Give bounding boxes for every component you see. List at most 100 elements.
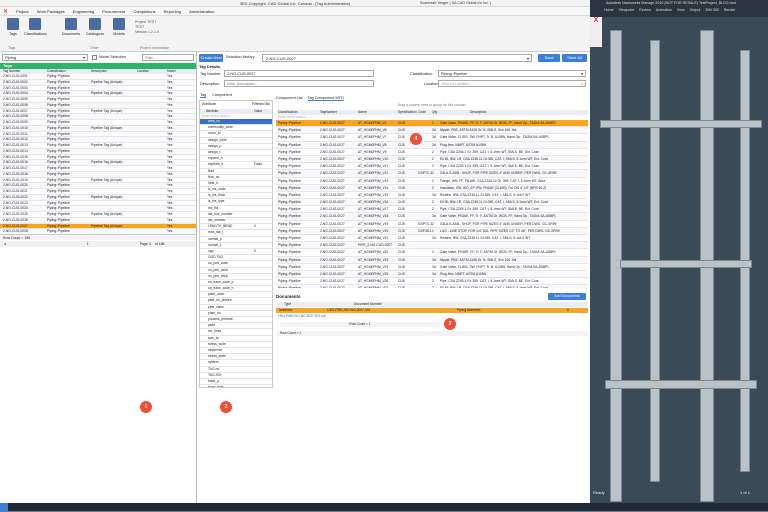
- viewport-tab[interactable]: Review: [639, 8, 651, 12]
- mto-cell: AT_HGM0PHM_V25: [358, 271, 389, 276]
- attribute-name: oo_pmt_axial: [208, 267, 228, 272]
- mto-cell: Piping::Pipeline: [278, 243, 301, 248]
- mto-row[interactable]: Piping::Pipeline2-NG-CUG-0027AT_HGM0PHM_…: [276, 235, 588, 243]
- viewport-tab[interactable]: View: [677, 8, 685, 12]
- viewport-tab[interactable]: Viewpoint: [619, 8, 635, 12]
- table-cell: Piping::Pipeline: [47, 217, 70, 222]
- tags-button[interactable]: Tags: [2, 18, 24, 42]
- mto-row[interactable]: Piping::Pipeline2-NG-CUG-0027AT_HGM0PHM_…: [276, 278, 588, 286]
- menu-project[interactable]: Project: [16, 7, 28, 16]
- mto-row[interactable]: Piping::Pipeline2-NG-CUG-0027AT_HGM0PHM_…: [276, 199, 588, 207]
- model-selection-checkbox[interactable]: [92, 55, 97, 60]
- tag-number-input[interactable]: 2-NG-CUG-0027: [224, 70, 374, 77]
- badge-2: 2: [220, 401, 232, 413]
- viewport-tab[interactable]: Output: [690, 8, 701, 12]
- mto-cell: Piping::Pipeline: [278, 178, 301, 183]
- attribute-row[interactable]: trace_type: [200, 385, 272, 387]
- classification-select[interactable]: Piping::Pipeline ▾: [438, 70, 586, 77]
- mto-row[interactable]: Piping::Pipeline2-NG-CUG-0027AT_HGM0PHM_…: [276, 264, 588, 271]
- mto-row[interactable]: Piping::Pipeline2-NG-CUG-0027AT_HGM0PHM_…: [276, 227, 588, 235]
- attribute-name: TAG-ISO: [208, 372, 222, 377]
- viewport-menu: Autodesk Navisworks Manage 2019 (NOT FOR…: [590, 0, 768, 17]
- create-new-button[interactable]: Create New: [199, 54, 223, 62]
- mto-cell: CUS: [398, 200, 405, 205]
- menu-administration[interactable]: Administration: [189, 7, 214, 16]
- mto-row[interactable]: Piping::Pipeline 2-NG-CUG-0027 PIPE_2-NG-C…: [276, 242, 588, 250]
- mto-row[interactable]: Piping::Pipeline2-NG-CUG-0027AT_HGM0PHM_…: [276, 178, 588, 185]
- mto-cell: 2-NG-CUG-0027: [320, 279, 345, 284]
- model-viewport[interactable]: X 1 of 1 Ready: [590, 0, 768, 511]
- mto-row[interactable]: Piping::Pipeline2-NG-CUG-0027AT_HGM0PHM_…: [276, 270, 588, 279]
- document-row[interactable]: Isometric 1301-PMD-ISO-NG-0027-001 Piping …: [276, 308, 588, 313]
- mto-row[interactable]: Piping::Pipeline2-NG-CUG-0027AT_HGM0PHM_…: [276, 256, 588, 264]
- description-input[interactable]: [224, 80, 374, 87]
- save-all-button[interactable]: Save All: [562, 54, 587, 62]
- classifications-button[interactable]: Classifications: [24, 18, 47, 42]
- mto-row[interactable]: Piping::Pipeline2-NG-CUG-0027AT_HGM0PHM_…: [276, 184, 588, 192]
- table-cell: Piping::Pipeline: [47, 102, 70, 107]
- mto-row[interactable]: Piping::Pipeline2-NG-CUG-0027AT_HGM0PHM_…: [276, 285, 588, 288]
- mto-row[interactable]: Piping::Pipeline2-NG-CUG-0027AT_HGM0PHM_…: [276, 206, 588, 214]
- table-cell: 2-NG-CUG-0025: [3, 212, 28, 216]
- badge-4: 4: [410, 133, 422, 145]
- menu-work-packages[interactable]: Work Packages: [37, 7, 65, 16]
- mto-row[interactable]: Piping::Pipeline2-NG-CUG-0027AT_HGM0PHM_…: [276, 249, 588, 257]
- mto-cell: CUS: [398, 271, 405, 276]
- viewport-tab[interactable]: Home: [604, 8, 614, 12]
- mto-cell: 2-NG-CUG-0027: [320, 207, 345, 212]
- location-select[interactable]: Select A Location... ▾: [438, 80, 586, 87]
- pager-current[interactable]: 1: [87, 242, 89, 246]
- mto-row[interactable]: Piping::Pipeline2-NG-CUG-0027AT_HGM0PHM_…: [276, 141, 588, 149]
- mto-tabs: Component List Tag Component MTO: [276, 96, 344, 101]
- tab-tag[interactable]: Tag: [200, 93, 207, 98]
- tab-tag-component-mto[interactable]: Tag Component MTO: [307, 96, 344, 101]
- mto-row[interactable]: Piping::Pipeline2-NG-CUG-0027AT_HGM0PHM_…: [276, 213, 588, 221]
- mto-cell: AT_HGM0PHM_V26: [358, 279, 389, 284]
- mto-cell: AT_HGM0PHM_V11: [358, 164, 389, 169]
- menu-completions[interactable]: Completions: [133, 7, 155, 16]
- models-button[interactable]: Models: [108, 18, 130, 42]
- mto-row[interactable]: Piping::Pipeline2-NG-CUG-0027AT_HGM0PHM_…: [276, 120, 588, 128]
- save-button[interactable]: Save: [538, 54, 560, 62]
- table-cell: Yes: [167, 91, 173, 96]
- table-cell: Yes: [167, 189, 173, 193]
- table-cell: Piping::Pipeline: [47, 154, 70, 159]
- attribute-value[interactable]: 0: [254, 249, 256, 254]
- table-cell: Pipeline Tag (Unique): [91, 177, 123, 182]
- mto-cell: 1: [432, 228, 434, 233]
- attribute-value[interactable]: False: [254, 162, 262, 167]
- menu-reporting[interactable]: Reporting: [164, 7, 181, 16]
- catalogues-button[interactable]: Catalogues: [84, 18, 106, 42]
- mto-row[interactable]: Piping::Pipeline2-NG-CUG-0027AT_HGM0PHM_…: [276, 127, 588, 135]
- mto-row[interactable]: Piping::Pipeline2-NG-CUG-0027AT_HGM0PHM_…: [276, 221, 588, 228]
- viewport-tab[interactable]: Render: [724, 8, 736, 12]
- add-documents-button[interactable]: Add Documents: [548, 293, 586, 300]
- mto-row[interactable]: Piping::Pipeline2-NG-CUG-0027AT_HGM0PHM_…: [276, 192, 588, 200]
- start-icon[interactable]: [0, 503, 8, 511]
- selection-history-select[interactable]: 2-NG-CUG-0027 ▾: [262, 54, 532, 62]
- mto-cell: LUG - LINE STOP, FOR 1/4" DIA, PIPE SIZE…: [440, 228, 560, 233]
- mto-row[interactable]: Piping::Pipeline2-NG-CUG-0027AT_HGM0PHM_…: [276, 170, 588, 178]
- mto-row[interactable]: Piping::Pipeline2-NG-CUG-0027AT_HGM0PHM_…: [276, 163, 588, 171]
- document-icon: [65, 18, 77, 30]
- menu-procurement[interactable]: Procurement: [102, 7, 125, 16]
- mto-cell: 2: [432, 207, 434, 212]
- nav-filter-input[interactable]: [142, 54, 194, 61]
- viewport-tab[interactable]: BIM 360: [705, 8, 718, 12]
- viewport-tab[interactable]: Animation: [656, 8, 672, 12]
- menu-engineering[interactable]: Engineering: [73, 7, 94, 16]
- tab-component[interactable]: Component: [212, 93, 232, 97]
- classification-filter-select[interactable]: Piping ▾: [2, 54, 88, 61]
- attribute-value[interactable]: 0: [254, 224, 256, 229]
- mto-cell: AT_HGM0PHM_V27: [358, 285, 398, 288]
- pager-prev-icon[interactable]: ◂: [4, 242, 6, 246]
- tab-component-list[interactable]: Component List: [276, 96, 303, 100]
- documents-button[interactable]: Documents: [60, 18, 82, 42]
- document-file-link[interactable]: 1301-PMD-ISO-NG-0027-001.pdf: [278, 314, 325, 318]
- mto-row[interactable]: Piping::Pipeline2-NG-CUG-0027AT_HGM0PHM_…: [276, 155, 588, 164]
- mto-cell: Piping::Pipeline: [278, 250, 301, 255]
- mto-row[interactable]: Piping::Pipeline2-NG-CUG-0027AT_HGM0PHM_…: [276, 149, 588, 156]
- mto-row[interactable]: Piping::Pipeline2-NG-CUG-0027AT_HGM0PHM_…: [276, 134, 588, 142]
- mto-cell: AT_HGM0PHM_V6: [358, 128, 387, 133]
- table-cell: Yes: [167, 223, 173, 228]
